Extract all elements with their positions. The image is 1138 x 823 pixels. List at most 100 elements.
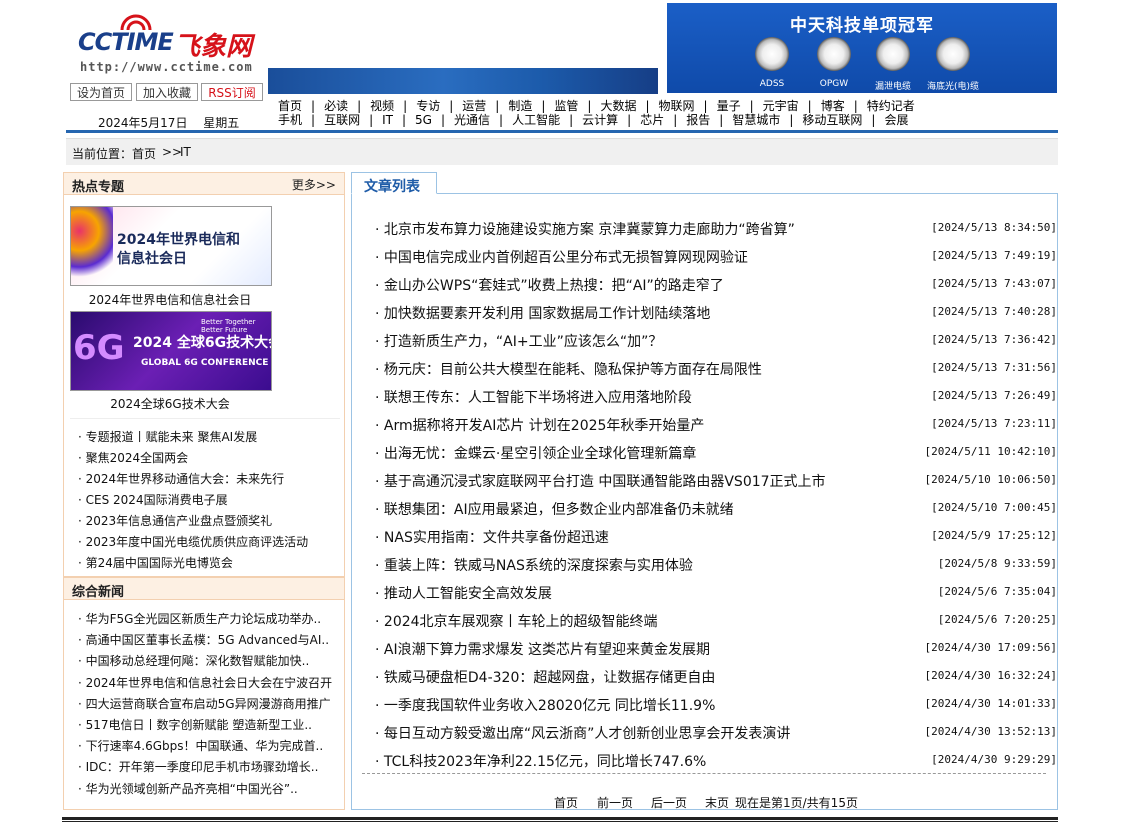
table-row[interactable]: · 出海无忧：金蝶云·星空引领企业全球化管理新篇章 [2024/5/11 10:4…: [375, 443, 1057, 463]
nav-separator: |: [789, 113, 794, 127]
topic-image-6g-conference[interactable]: 6G Better Together Better Future 2024 全球…: [70, 311, 272, 391]
list-item[interactable]: · 2023年度中国光电缆优质供应商评选活动: [78, 533, 332, 550]
hot-topics-title: 热点专题: [72, 180, 125, 195]
nav-item[interactable]: 5G: [415, 113, 432, 127]
banner-strip[interactable]: [268, 68, 658, 94]
list-item[interactable]: · 高通中国区董事长孟樸：5G Advanced与AI..: [78, 631, 332, 648]
article-title-text: 打造新质生产力，“AI+工业”应该怎么“加”？: [383, 334, 663, 350]
bullet-icon: ·: [78, 675, 86, 690]
list-item-text: 华为F5G全光园区新质生产力论坛成功举办..: [85, 612, 322, 626]
table-row[interactable]: · 基于高通沉浸式家庭联网平台打造 中国联通智能路由器VS017正式上市 [202…: [375, 471, 1057, 491]
site-logo[interactable]: CCTIME 飞象网 http://www.cctime.com: [78, 14, 258, 74]
nav-item[interactable]: 芯片: [640, 111, 664, 128]
list-item[interactable]: · CES 2024国际消费电子展: [78, 491, 332, 508]
article-title-link[interactable]: · 2024北京车展观察丨车轮上的超级智能终端: [375, 611, 658, 631]
bullet-icon: ·: [375, 334, 384, 350]
article-title-link[interactable]: · 推动人工智能安全高效发展: [375, 583, 552, 603]
set-homepage-button[interactable]: 设为首页: [70, 83, 132, 101]
table-row[interactable]: · 重装上阵：铁威马NAS系统的深度探索与实用体验 [2024/5/8 9:33:…: [375, 555, 1057, 575]
add-favorite-button[interactable]: 加入收藏: [136, 83, 198, 101]
tab-article-list[interactable]: 文章列表: [351, 172, 437, 195]
article-title-link[interactable]: · NAS实用指南：文件共享备份超迅速: [375, 527, 609, 547]
list-divider: [362, 773, 1046, 774]
article-title-link[interactable]: · 每日互动方毅受邀出席“风云浙商”人才创新创业思享会开发表演讲: [375, 723, 790, 743]
table-row[interactable]: · 每日互动方毅受邀出席“风云浙商”人才创新创业思享会开发表演讲 [2024/4/…: [375, 723, 1057, 743]
table-row[interactable]: · 打造新质生产力，“AI+工业”应该怎么“加”？ [2024/5/13 7:36…: [375, 331, 1057, 351]
list-item[interactable]: · IDC：开年第一季度印尼手机市场骤劲增长..: [78, 758, 332, 775]
table-row[interactable]: · 一季度我国软件业务收入28020亿元 同比增长11.9% [2024/4/30…: [375, 695, 1057, 715]
rss-button[interactable]: RSS订阅: [201, 83, 263, 101]
table-row[interactable]: · 北京市发布算力设施建设实施方案 京津冀蒙算力走廊助力“跨省算” [2024/5…: [375, 219, 1057, 239]
list-item[interactable]: · 517电信日丨数字创新赋能 塑造新型工业..: [78, 716, 332, 733]
table-row[interactable]: · 联想王传东：人工智能下半场将进入应用落地阶段 [2024/5/13 7:26:…: [375, 387, 1057, 407]
list-item[interactable]: · 中国移动总经理何飚：深化数智赋能加快..: [78, 652, 332, 669]
table-row[interactable]: · TCL科技2023年净利22.15亿元，同比增长747.6% [2024/4/…: [375, 751, 1057, 771]
ad-title: 中天科技单项冠军: [790, 16, 934, 36]
list-item[interactable]: · 专题报道丨赋能未来 聚焦AI发展: [78, 428, 332, 445]
article-title-link[interactable]: · 金山办公WPS“套娃式”收费上热搜：把“AI”的路走窄了: [375, 275, 724, 295]
article-title-link[interactable]: · 杨元庆：目前公共大模型在能耗、隐私保护等方面存在局限性: [375, 359, 762, 379]
list-item[interactable]: · 2024年世界电信和信息社会日大会在宁波召开: [78, 674, 332, 691]
bullet-icon: ·: [375, 418, 384, 434]
table-row[interactable]: · 中国电信完成业内首例超百公里分布式无损智算网现网验证 [2024/5/13 7…: [375, 247, 1057, 267]
list-item[interactable]: · 华为光领域创新产品齐亮相“中国光谷”..: [78, 780, 332, 797]
nav-item[interactable]: 会展: [884, 111, 908, 128]
list-item[interactable]: · 聚焦2024全国两会: [78, 449, 332, 466]
table-row[interactable]: · 2024北京车展观察丨车轮上的超级智能终端 [2024/5/6 7:20:25…: [375, 611, 1057, 631]
article-title-link[interactable]: · 重装上阵：铁威马NAS系统的深度探索与实用体验: [375, 555, 693, 575]
topic-caption[interactable]: 2024全球6G技术大会: [62, 395, 278, 412]
list-item[interactable]: · 2023年信息通信产业盘点暨颁奖礼: [78, 512, 332, 529]
list-item[interactable]: · 第24届中国国际光电博览会: [78, 554, 332, 571]
article-title-link[interactable]: · 铁威马硬盘柜D4-320：超越网盘，让数据存储更自由: [375, 667, 715, 687]
table-row[interactable]: · NAS实用指南：文件共享备份超迅速 [2024/5/9 17:25:12]: [375, 527, 1057, 547]
article-title-link[interactable]: · 加快数据要素开发利用 国家数据局工作计划陆续落地: [375, 303, 710, 323]
article-date: [2024/4/30 16:32:24]: [924, 669, 1057, 682]
article-date: [2024/5/13 7:40:28]: [931, 305, 1057, 318]
article-title-link[interactable]: · Arm据称将开发AI芯片 计划在2025年秋季开始量产: [375, 415, 704, 435]
article-title-link[interactable]: · 基于高通沉浸式家庭联网平台打造 中国联通智能路由器VS017正式上市: [375, 471, 826, 491]
article-title-link[interactable]: · 打造新质生产力，“AI+工业”应该怎么“加”？: [375, 331, 662, 351]
pager-last[interactable]: 末页: [705, 794, 729, 811]
article-title-link[interactable]: · 北京市发布算力设施建设实施方案 京津冀蒙算力走廊助力“跨省算”: [375, 219, 795, 239]
pager-next[interactable]: 后一页: [651, 794, 687, 811]
pager-prev[interactable]: 前一页: [597, 794, 633, 811]
nav-item[interactable]: 报告: [686, 111, 710, 128]
article-title-link[interactable]: · 出海无忧：金蝶云·星空引领企业全球化管理新篇章: [375, 443, 696, 463]
nav-item[interactable]: 互联网: [324, 111, 360, 128]
topic-image-telecom-day[interactable]: 2024年世界电信和 信息社会日: [70, 206, 272, 286]
article-date: [2024/4/30 9:29:29]: [931, 753, 1057, 766]
article-title-link[interactable]: · AI浪潮下算力需求爆发 这类芯片有望迎来黄金发展期: [375, 639, 710, 659]
article-title-link[interactable]: · 联想王传东：人工智能下半场将进入应用落地阶段: [375, 387, 692, 407]
bullet-icon: ·: [78, 514, 86, 528]
nav-item[interactable]: 云计算: [582, 111, 618, 128]
nav-item[interactable]: IT: [382, 113, 393, 127]
list-item[interactable]: · 华为F5G全光园区新质生产力论坛成功举办..: [78, 610, 332, 627]
article-title-link[interactable]: · 中国电信完成业内首例超百公里分布式无损智算网现网验证: [375, 247, 748, 267]
nav-item[interactable]: 移动互联网: [802, 111, 862, 128]
list-item[interactable]: · 2024年世界移动通信大会：未来先行: [78, 470, 332, 487]
nav-separator: |: [719, 113, 724, 127]
nav-item[interactable]: 手机: [278, 111, 302, 128]
nav-item[interactable]: 光通信: [454, 111, 490, 128]
table-row[interactable]: · Arm据称将开发AI芯片 计划在2025年秋季开始量产 [2024/5/13 …: [375, 415, 1057, 435]
table-row[interactable]: · 金山办公WPS“套娃式”收费上热搜：把“AI”的路走窄了 [2024/5/13…: [375, 275, 1057, 295]
table-row[interactable]: · 联想集团：AI应用最紧迫，但多数企业内部准备仍未就绪 [2024/5/10 7…: [375, 499, 1057, 519]
nav-item[interactable]: 智慧城市: [732, 111, 780, 128]
table-row[interactable]: · 铁威马硬盘柜D4-320：超越网盘，让数据存储更自由 [2024/4/30 1…: [375, 667, 1057, 687]
table-row[interactable]: · AI浪潮下算力需求爆发 这类芯片有望迎来黄金发展期 [2024/4/30 17…: [375, 639, 1057, 659]
ad-banner[interactable]: 中天科技单项冠军 ADSS OPGW 漏泄电缆 海底光(电)缆: [667, 3, 1057, 93]
article-title-link[interactable]: · 联想集团：AI应用最紧迫，但多数企业内部准备仍未就绪: [375, 499, 734, 519]
article-title-link[interactable]: · 一季度我国软件业务收入28020亿元 同比增长11.9%: [375, 695, 715, 715]
list-item[interactable]: · 下行速率4.6Gbps！中国联通、华为完成首..: [78, 737, 332, 754]
table-row[interactable]: · 加快数据要素开发利用 国家数据局工作计划陆续落地 [2024/5/13 7:4…: [375, 303, 1057, 323]
nav-item[interactable]: 人工智能: [512, 111, 560, 128]
article-title-link[interactable]: · TCL科技2023年净利22.15亿元，同比增长747.6%: [375, 751, 706, 771]
breadcrumb-home-link[interactable]: 首页: [132, 145, 156, 162]
pager-first[interactable]: 首页: [554, 794, 578, 811]
table-row[interactable]: · 杨元庆：目前公共大模型在能耗、隐私保护等方面存在局限性 [2024/5/13 …: [375, 359, 1057, 379]
article-title-text: 北京市发布算力设施建设实施方案 京津冀蒙算力走廊助力“跨省算”: [383, 222, 795, 238]
table-row[interactable]: · 推动人工智能安全高效发展 [2024/5/6 7:35:04]: [375, 583, 1057, 603]
hot-topics-more-link[interactable]: 更多>>: [292, 176, 336, 193]
list-item[interactable]: · 四大运营商联合宣布启动5G异网漫游商用推广: [78, 695, 332, 712]
topic-caption[interactable]: 2024年世界电信和信息社会日: [62, 291, 278, 308]
